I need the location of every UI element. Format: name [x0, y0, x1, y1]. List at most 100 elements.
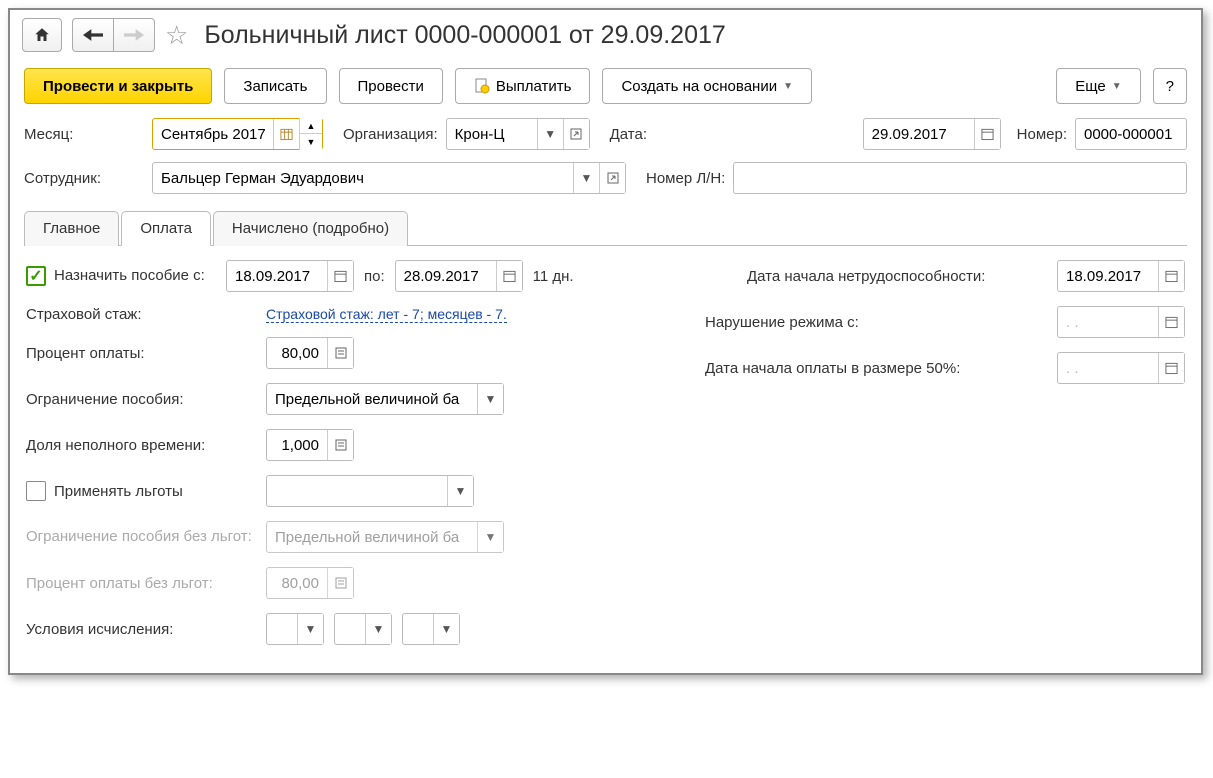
- tab-payment[interactable]: Оплата: [121, 211, 211, 246]
- dropdown-icon: ▼: [1112, 81, 1122, 92]
- calendar-icon: [981, 127, 994, 141]
- condition2-group[interactable]: ▼: [334, 613, 392, 645]
- employee-input-group[interactable]: ▼: [152, 162, 626, 194]
- condition3-group[interactable]: ▼: [402, 613, 460, 645]
- month-picker-icon[interactable]: [273, 119, 299, 149]
- forward-button: [113, 18, 155, 52]
- apply-benefits-checkbox[interactable]: [26, 481, 46, 501]
- calendar-icon: [1165, 361, 1178, 375]
- condition1-dropdown[interactable]: ▼: [297, 614, 323, 644]
- percent-input-group[interactable]: [266, 337, 354, 369]
- more-button[interactable]: Еще ▼: [1056, 68, 1140, 104]
- tab-detailed[interactable]: Начислено (подробно): [213, 211, 408, 246]
- calculator-icon: [335, 577, 347, 589]
- limit-no-benefits-label: Ограничение пособия без льгот:: [26, 527, 256, 547]
- calculator-icon: [335, 347, 347, 359]
- post-and-close-button[interactable]: Провести и закрыть: [24, 68, 212, 104]
- create-based-button[interactable]: Создать на основании ▼: [602, 68, 812, 104]
- half-pay-date-group[interactable]: [1057, 352, 1185, 384]
- ln-number-label: Номер Л/Н:: [646, 170, 725, 187]
- assign-benefit-label: Назначить пособие с:: [54, 266, 205, 286]
- ln-number-input-group[interactable]: [733, 162, 1187, 194]
- org-dropdown-button[interactable]: ▼: [537, 119, 563, 149]
- condition2-dropdown[interactable]: ▼: [365, 614, 391, 644]
- help-button[interactable]: ?: [1153, 68, 1187, 104]
- arrow-left-icon: [83, 28, 103, 42]
- arrow-right-icon: [124, 28, 144, 42]
- benefits-dropdown-button[interactable]: ▼: [447, 476, 473, 506]
- calendar-icon: [503, 269, 516, 283]
- condition3-input[interactable]: [403, 614, 433, 644]
- month-input-group[interactable]: ▲ ▼: [152, 118, 323, 150]
- benefits-select-group[interactable]: ▼: [266, 475, 474, 507]
- number-input-group[interactable]: [1075, 118, 1187, 150]
- date-input[interactable]: [864, 119, 974, 149]
- calendar-icon: [1165, 315, 1178, 329]
- org-open-button[interactable]: [563, 119, 589, 149]
- employee-input[interactable]: [153, 163, 573, 193]
- write-button[interactable]: Записать: [224, 68, 326, 104]
- start-disability-picker[interactable]: [1158, 261, 1184, 291]
- post-button[interactable]: Провести: [339, 68, 443, 104]
- org-input-group[interactable]: ▼: [446, 118, 590, 150]
- to-label: по:: [364, 268, 385, 285]
- dropdown-icon: ▼: [783, 81, 793, 92]
- percent-label: Процент оплаты:: [26, 345, 256, 362]
- date-picker-button[interactable]: [974, 119, 1000, 149]
- start-disability-group[interactable]: [1057, 260, 1185, 292]
- violation-date-group[interactable]: [1057, 306, 1185, 338]
- open-icon: [607, 172, 619, 184]
- condition1-input[interactable]: [267, 614, 297, 644]
- condition1-group[interactable]: ▼: [266, 613, 324, 645]
- open-icon: [570, 128, 582, 140]
- favorite-star-icon[interactable]: ☆: [165, 20, 188, 51]
- violation-date-picker[interactable]: [1158, 307, 1184, 337]
- percent-calc-button[interactable]: [327, 338, 353, 368]
- percent-no-benefits-input: [267, 568, 327, 598]
- insurance-link[interactable]: Страховой стаж: лет - 7; месяцев - 7.: [266, 306, 507, 323]
- percent-no-benefits-label: Процент оплаты без льгот:: [26, 575, 256, 592]
- date-from-picker[interactable]: [327, 261, 353, 291]
- number-input[interactable]: [1076, 119, 1186, 149]
- employee-dropdown-button[interactable]: ▼: [573, 163, 599, 193]
- half-pay-date-input[interactable]: [1058, 353, 1158, 383]
- condition2-input[interactable]: [335, 614, 365, 644]
- org-label: Организация:: [343, 126, 438, 143]
- part-time-input[interactable]: [267, 430, 327, 460]
- date-to-picker[interactable]: [496, 261, 522, 291]
- assign-benefit-checkbox[interactable]: ✓: [26, 266, 46, 286]
- employee-label: Сотрудник:: [24, 170, 144, 187]
- employee-open-button[interactable]: [599, 163, 625, 193]
- month-down-button[interactable]: ▼: [300, 134, 322, 150]
- half-pay-date-picker[interactable]: [1158, 353, 1184, 383]
- month-input[interactable]: [153, 119, 273, 149]
- date-from-group[interactable]: [226, 260, 354, 292]
- date-input-group[interactable]: [863, 118, 1001, 150]
- page-title: Больничный лист 0000-000001 от 29.09.201…: [204, 21, 725, 50]
- benefits-select[interactable]: [267, 476, 447, 506]
- org-input[interactable]: [447, 119, 537, 149]
- date-to-group[interactable]: [395, 260, 523, 292]
- limit-input[interactable]: [267, 384, 477, 414]
- start-disability-input[interactable]: [1058, 261, 1158, 291]
- back-button[interactable]: [72, 18, 113, 52]
- part-time-input-group[interactable]: [266, 429, 354, 461]
- check-icon: ✓: [29, 266, 42, 286]
- limit-input-group[interactable]: ▼: [266, 383, 504, 415]
- home-button[interactable]: [22, 18, 62, 52]
- pay-button[interactable]: Выплатить: [455, 68, 591, 104]
- month-up-button[interactable]: ▲: [300, 118, 322, 134]
- limit-dropdown-button[interactable]: ▼: [477, 384, 503, 414]
- condition3-dropdown[interactable]: ▼: [433, 614, 459, 644]
- violation-date-input[interactable]: [1058, 307, 1158, 337]
- date-from-input[interactable]: [227, 261, 327, 291]
- tab-main[interactable]: Главное: [24, 211, 119, 246]
- calendar-icon: [334, 269, 347, 283]
- date-to-input[interactable]: [396, 261, 496, 291]
- percent-no-benefits-calc: [327, 568, 353, 598]
- calendar-icon: [1165, 269, 1178, 283]
- percent-input[interactable]: [267, 338, 327, 368]
- ln-number-input[interactable]: [734, 163, 1186, 193]
- part-time-calc-button[interactable]: [327, 430, 353, 460]
- start-disability-label: Дата начала нетрудоспособности:: [747, 268, 1047, 285]
